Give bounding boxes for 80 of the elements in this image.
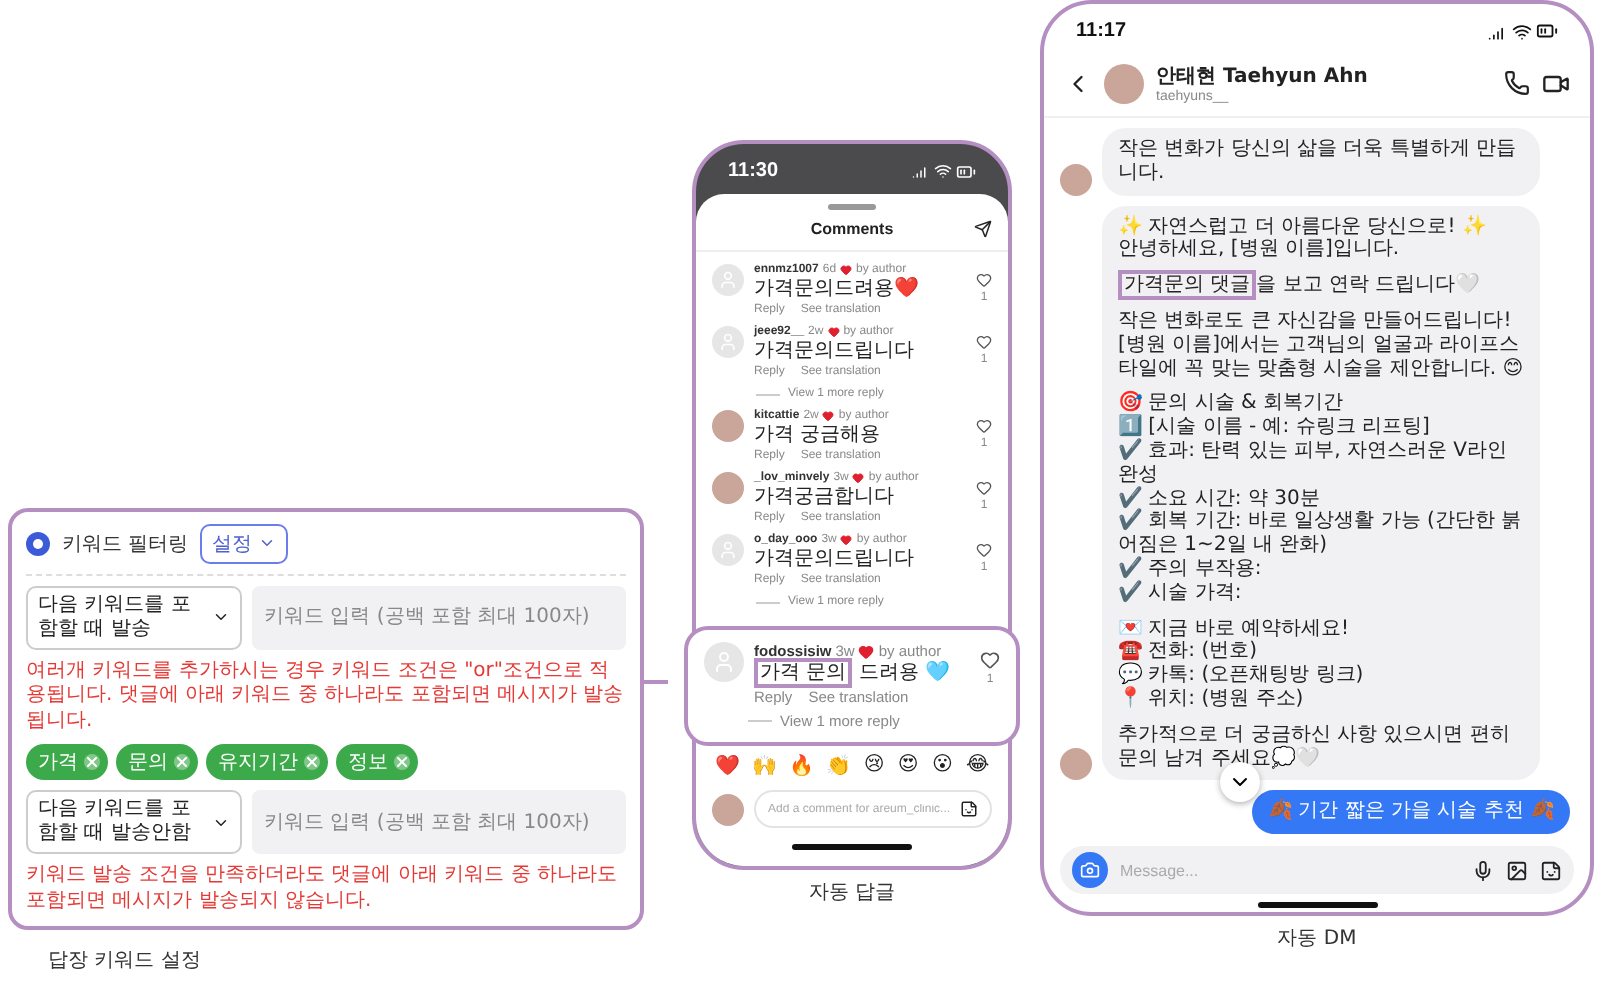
contact-name: 안태현 Taehyun Ahn (1156, 64, 1370, 89)
remove-icon[interactable] (84, 754, 100, 770)
avatar-photo-placeholder (1060, 163, 1092, 196)
comment-text: 가격문의드려용❤ (754, 278, 920, 302)
like-heart-icon[interactable] (980, 650, 1000, 670)
message-text: ☎ 전화: (번호) (1118, 640, 1260, 663)
battery-icon (956, 161, 976, 181)
caret-icon (212, 608, 230, 626)
phone-icon[interactable] (1504, 70, 1530, 96)
sticker-icon[interactable] (960, 800, 978, 818)
message-text: 💌 지금 바로 예약하세요! (1118, 617, 1352, 640)
wifi-icon (934, 162, 952, 180)
auto-dm-caption: 자동 DM (1277, 926, 1357, 953)
keyword-chip[interactable]: 정보 (336, 744, 418, 780)
condition-dropdown[interactable]: 다음 키워드를 포함할 때 발송 (26, 585, 242, 649)
avatar-photo-placeholder (1104, 63, 1144, 103)
image-icon[interactable] (1506, 859, 1528, 882)
microphone-icon[interactable] (1472, 859, 1494, 882)
message-text: 🍂 기간 짧은 가을 시술 추천 🍂 (1267, 800, 1554, 825)
comment-text: 가격궁금합니다 (754, 486, 896, 510)
reaction-emoji[interactable]: 😮 (931, 754, 953, 778)
sticker-icon[interactable] (1540, 859, 1562, 882)
comments-title: Comments (810, 220, 894, 238)
panel-title: 키워드 필터링 (62, 531, 189, 557)
message-text: 🎯 문의 시술 & 회복기간 (1118, 392, 1346, 415)
keyword-chip[interactable]: 가격 (26, 744, 108, 780)
keyword-settings-caption: 답장 키워드 설정 (48, 948, 201, 974)
like-heart-icon[interactable] (976, 480, 992, 496)
message-text: 작은 변화로도 큰 자신감을 만들어드립니다! (1118, 309, 1514, 334)
camera-button[interactable] (1072, 852, 1108, 889)
like-heart-icon[interactable] (976, 334, 992, 350)
keyword-input[interactable]: 키워드 입력 (공백 포함 최대 100자) (252, 790, 626, 854)
remove-icon[interactable] (394, 754, 410, 770)
wifi-icon (1512, 21, 1532, 41)
message-text: 가격문의 댓글 을 보고 연락 드립니다🤍 (1118, 274, 1525, 298)
comment-text: 가격문의드립니다 (754, 340, 916, 364)
status-time: 11:30 (728, 160, 779, 182)
reaction-emoji[interactable]: ❤ (714, 754, 739, 778)
remove-icon[interactable] (304, 754, 320, 770)
message-text: ✔ 소요 시간: 약 30분 (1118, 487, 1322, 510)
reaction-emoji[interactable]: 😍 (897, 754, 919, 778)
remove-icon[interactable] (174, 754, 190, 770)
send-icon[interactable] (974, 220, 992, 238)
reaction-emoji[interactable]: 😢 (863, 754, 885, 778)
condition-dropdown[interactable]: 다음 키워드를 포함할 때 발송안함 (26, 790, 242, 854)
message-text: ✔ 효과: 탄력 있는 피부, 자연스러운 V라인 완성 (1118, 439, 1509, 486)
auto-reply-caption: 자동 답글 (808, 880, 896, 906)
keyword-chip[interactable]: 문의 (116, 744, 198, 780)
message-text: 💬 카톡: (오픈채팅방 링크) (1118, 664, 1366, 687)
message-text: ✔ 회복 기간: 바로 일상생활 가능 (간단한 붉어짐은 1~2일 내 완화) (1118, 510, 1524, 557)
message-text: 작은 변화가 당신의 삶을 더욱 특별하게 만듭니다. (1118, 138, 1519, 186)
signal-icon (912, 162, 930, 180)
message-input[interactable]: Message... (1120, 861, 1460, 880)
like-heart-icon[interactable] (976, 418, 992, 434)
caret-icon (258, 534, 277, 552)
reaction-emoji[interactable]: 🔥 (789, 754, 814, 778)
status-time: 11:17 (1076, 20, 1127, 42)
avatar-photo-placeholder (1060, 748, 1092, 781)
message-text: ✔ 주의 부작용: (1118, 557, 1264, 580)
like-heart-icon[interactable] (976, 542, 992, 558)
message-text: 안녕하세요, [병원 이름]입니다. (1118, 238, 1402, 263)
logo-icon (26, 531, 50, 555)
message-text: ✨ 자연스럽고 더 아름다운 당신으로! ✨ (1118, 215, 1488, 238)
mode-dropdown[interactable]: 설정 (200, 523, 289, 563)
like-heart-icon[interactable] (976, 272, 992, 288)
message-text: [병원 이름]에서는 고객님의 얼굴과 라이프스타일에 꼭 맞는 맞춤형 시술을 제안합니다. 😊 (1118, 333, 1525, 381)
condition-note: 키워드 발송 조건을 만족하더라도 댓글에 아래 키워드 중 하나라도 포함되면 메시지가 발송되지 않습니다. (26, 864, 619, 914)
comment-text: 가격 궁금해용 (754, 424, 883, 448)
message-text: 📍 위치: (병원 주소) (1118, 687, 1306, 712)
message-text: ✔ 시술 가격: (1118, 581, 1244, 606)
keyword-chip[interactable]: 유지기간 (206, 744, 328, 780)
condition-note: 여러개 키워드를 추가하시는 경우 키워드 조건은 "or"조건으로 적용됩니다. 댓글에 아래 키워드 중 하나라도 포함되면 메시지가 발송됩니다. (26, 659, 626, 734)
message-text: 추가적으로 더 궁금하신 사항 있으시면 편히 문의 남겨 주세요💭🤍 (1118, 723, 1512, 771)
reaction-emoji[interactable]: 😂 (966, 754, 990, 778)
keyword-input[interactable]: 키워드 입력 (공백 포함 최대 100자) (252, 585, 626, 649)
comment-text: 가격문의드립니다 (754, 548, 916, 572)
message-text: 1⃣ [시술 이름 - 예: 슈링크 리프팅] (1118, 416, 1432, 439)
battery-icon (1536, 20, 1558, 42)
camera-icon (1080, 860, 1100, 881)
avatar-photo-placeholder (712, 793, 744, 825)
